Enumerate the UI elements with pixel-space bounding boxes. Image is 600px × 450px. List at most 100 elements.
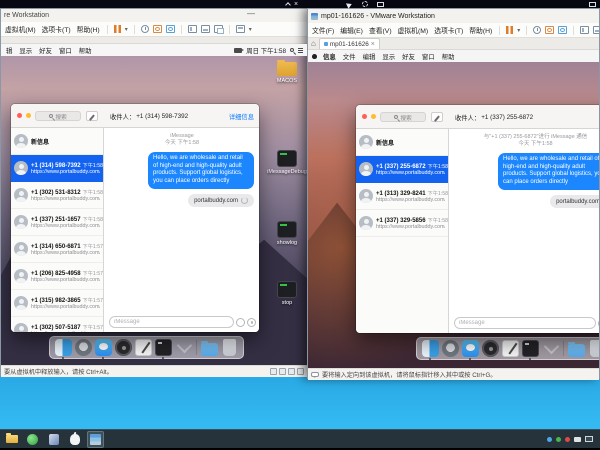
dock-messages-icon[interactable] [95, 339, 112, 356]
menu-vm[interactable]: 虚拟机(M) [397, 25, 430, 35]
menu-help[interactable]: 帮助(H) [468, 25, 493, 35]
revert-snapshot-icon[interactable] [558, 26, 567, 34]
conversation-row[interactable]: +1 (337) 329-5856下午1:58https://www.porta… [356, 210, 448, 237]
menu-file-mac[interactable]: 文件 [342, 52, 357, 61]
take-snapshot-icon[interactable] [545, 26, 554, 34]
menu-help[interactable]: 帮助(H) [76, 24, 101, 34]
taskbar-apple-app-icon[interactable] [67, 432, 82, 447]
power-dropdown-caret[interactable]: ▾ [517, 27, 520, 34]
menu-buddies[interactable]: 好友 [401, 52, 416, 61]
dock-preferences-icon[interactable] [482, 340, 499, 357]
conversation-row[interactable]: +1 (337) 251-1657下午1:58https://www.porta… [11, 209, 103, 236]
conversation-row[interactable]: 新信息 [11, 128, 103, 155]
dock-launchpad-icon[interactable] [442, 340, 459, 357]
emoji-icon[interactable] [598, 319, 599, 328]
menu-edit-mac[interactable]: 编辑 [362, 52, 377, 61]
menu-buddies[interactable]: 好友 [38, 46, 53, 55]
menu-view[interactable]: 查看(V) [368, 25, 393, 35]
conversation-row[interactable]: 新信息 [356, 129, 448, 156]
dock-trash-icon[interactable] [221, 339, 238, 356]
apple-icon[interactable] [312, 54, 317, 59]
snapshot-clock-icon[interactable] [533, 26, 541, 34]
dock-downloads-stack-icon[interactable] [542, 340, 559, 357]
library-panel-icon[interactable] [188, 25, 197, 33]
tab-mp01-161626[interactable]: mp01-161626 × [319, 38, 380, 49]
message-input[interactable] [109, 316, 234, 328]
tray-blue-icon[interactable] [547, 437, 552, 442]
pause-icon[interactable] [506, 26, 513, 34]
titlebar-right[interactable]: mp01-161626 - VMware Workstation [308, 9, 599, 23]
conversation-row[interactable]: +1 (302) 531-8312下午1:58https://www.porta… [11, 182, 103, 209]
menu-help-mac[interactable]: 帮助 [78, 46, 93, 55]
taskbar-vmware-icon[interactable] [88, 432, 103, 447]
notification-center-icon[interactable] [298, 50, 303, 51]
cdrom-status-icon[interactable] [279, 368, 286, 375]
menu-window[interactable]: 窗口 [58, 46, 73, 55]
dock-launchpad-icon[interactable] [75, 339, 92, 356]
video-call-icon[interactable] [234, 48, 242, 53]
dock-downloads-stack-icon[interactable] [175, 339, 192, 356]
desktop-icon-stop[interactable]: stop [267, 281, 307, 306]
menu-help-mac[interactable]: 帮助 [441, 52, 456, 61]
conversation-row-selected[interactable]: +1 (314) 598-7392下午1:58https://www.porta… [11, 155, 103, 182]
desktop-icon-imessagedebug[interactable]: iMessageDebug [267, 150, 307, 175]
menu-vm[interactable]: 虚拟机(M) [4, 24, 37, 34]
dock-preferences-icon[interactable] [115, 339, 132, 356]
menu-app[interactable]: 信息 [322, 52, 337, 61]
taskbar-file-explorer-icon[interactable] [4, 432, 19, 447]
dock-finder-icon[interactable] [422, 340, 439, 357]
taskbar-blue-app-icon[interactable] [46, 432, 61, 447]
compose-button[interactable] [86, 111, 98, 121]
dock-downloads-folder-icon[interactable] [568, 340, 585, 357]
gear-icon[interactable] [362, 1, 368, 7]
overlay-display-icon[interactable] [589, 2, 596, 7]
overlay-caret-icon[interactable] [285, 2, 291, 8]
conversation-row[interactable]: +1 (313) 329-8241下午1:58https://www.porta… [356, 183, 448, 210]
thumbnail-bar-icon[interactable] [201, 25, 210, 33]
emoji-icon[interactable] [236, 318, 245, 327]
conversation-row[interactable]: +1 (302) 507-5187下午1:57https://www.porta… [11, 317, 103, 332]
display-dropdown-caret[interactable]: ▾ [249, 26, 252, 33]
tray-green-icon[interactable] [556, 437, 561, 442]
titlebar-left[interactable]: re Workstation — [1, 9, 307, 22]
overlay-window-icon[interactable] [377, 2, 384, 7]
menu-tabs[interactable]: 选项卡(T) [41, 24, 72, 34]
close-traffic-light[interactable] [17, 113, 22, 118]
dock-trash-icon[interactable] [588, 340, 599, 357]
menu-edit[interactable]: 编辑(E) [339, 25, 364, 35]
take-snapshot-icon[interactable] [153, 25, 162, 33]
dock-textedit-icon[interactable] [135, 339, 152, 356]
minimize-traffic-light[interactable] [371, 114, 376, 119]
pause-icon[interactable] [114, 25, 121, 33]
ime-keyboard-icon[interactable] [574, 437, 581, 442]
compose-button[interactable] [431, 112, 443, 122]
menu-view-mac[interactable]: 显示 [381, 52, 396, 61]
console-view-icon[interactable] [236, 25, 245, 33]
search-input[interactable]: 搜索 [35, 111, 81, 121]
message-input[interactable] [454, 317, 596, 329]
dock-downloads-folder-icon[interactable] [201, 339, 218, 356]
home-tab-icon[interactable]: ⌂ [311, 38, 316, 49]
menu-tabs[interactable]: 选项卡(T) [433, 25, 464, 35]
conversation-row[interactable]: +1 (315) 982-3865下午1:57https://www.porta… [11, 290, 103, 317]
library-panel-icon[interactable] [580, 26, 589, 34]
minimize-button[interactable]: — [247, 9, 255, 18]
dock-terminal-icon[interactable] [522, 340, 539, 357]
conversation-row[interactable]: +1 (314) 650-6871下午1:57https://www.porta… [11, 236, 103, 263]
dock-messages-icon[interactable] [462, 340, 479, 357]
close-traffic-light[interactable] [362, 114, 367, 119]
menu-edit-fragment[interactable]: 辑 [5, 46, 13, 55]
details-link[interactable]: 详细信息 [229, 112, 254, 121]
overlay-close-icon[interactable]: × [294, 1, 298, 8]
network-status-icon[interactable] [288, 368, 295, 375]
usb-status-icon[interactable] [297, 368, 304, 375]
harddisk-status-icon[interactable] [270, 368, 277, 375]
dock-textedit-icon[interactable] [502, 340, 519, 357]
power-dropdown-caret[interactable]: ▾ [125, 26, 128, 33]
tab-close-icon[interactable]: × [371, 41, 375, 48]
menu-file[interactable]: 文件(F) [311, 25, 335, 35]
mic-icon[interactable] [247, 318, 256, 327]
taskbar-green-app-icon[interactable] [25, 432, 40, 447]
minimize-traffic-light[interactable] [26, 113, 31, 118]
revert-snapshot-icon[interactable] [166, 25, 175, 33]
